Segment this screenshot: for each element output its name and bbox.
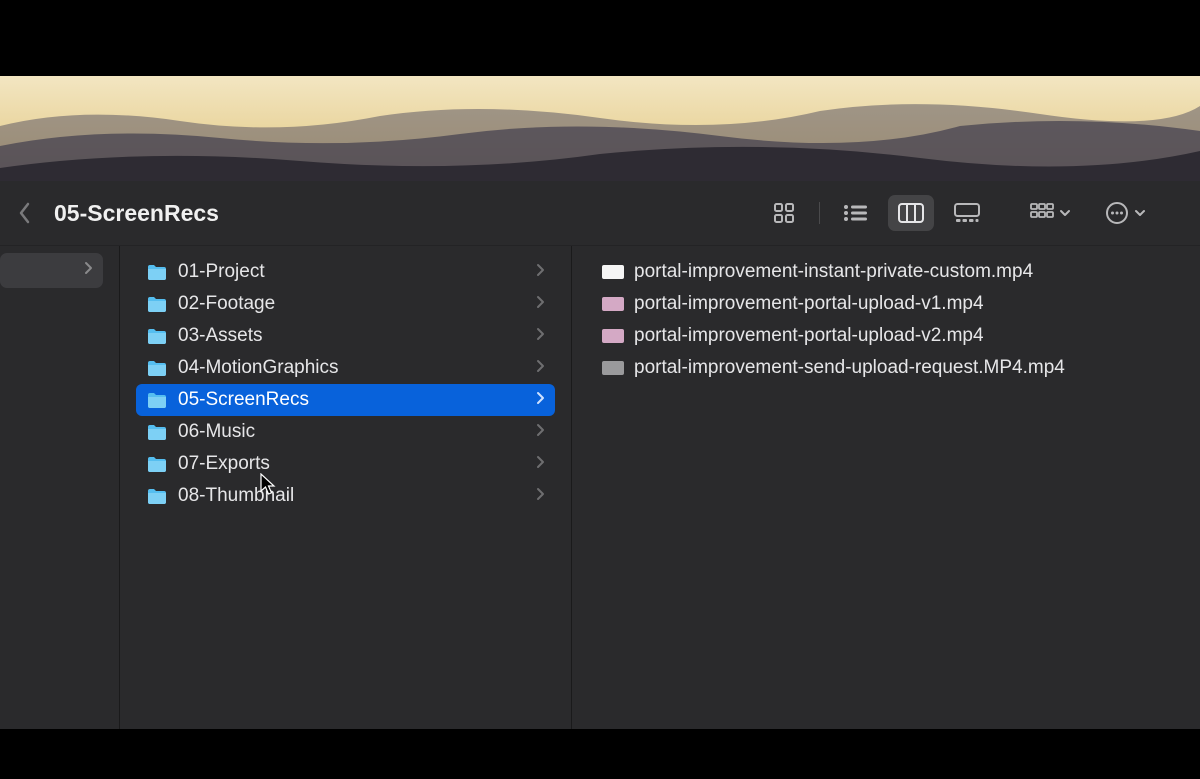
chevron-right-icon	[536, 487, 545, 506]
folder-icon	[146, 357, 168, 379]
view-mode-group	[761, 195, 990, 231]
toolbar: 05-ScreenRecs	[0, 181, 1200, 246]
file-column: 05-ScreenRecs portal-improvement-instant…	[572, 246, 1200, 729]
folder-row[interactable]: 01-Project	[136, 256, 555, 288]
folder-label: 01-Project	[178, 261, 536, 283]
grid-icon	[773, 202, 795, 224]
file-row[interactable]: portal-improvement-send-upload-request.M…	[592, 352, 1180, 384]
folder-icon	[146, 453, 168, 475]
folder-label: 04-MotionGraphics	[178, 357, 536, 379]
video-thumb-icon	[602, 361, 624, 375]
nav-back-button[interactable]	[10, 198, 40, 228]
chevron-right-icon	[536, 327, 545, 346]
file-label: portal-improvement-portal-upload-v1.mp4	[634, 293, 1170, 315]
chevron-right-icon	[536, 359, 545, 378]
chevron-right-icon	[536, 391, 545, 410]
view-gallery-button[interactable]	[944, 195, 990, 231]
chevron-right-icon	[536, 263, 545, 282]
view-columns-button[interactable]	[888, 195, 934, 231]
finder-window: 05-ScreenRecs	[0, 181, 1200, 729]
file-label: portal-improvement-send-upload-request.M…	[634, 357, 1170, 379]
folder-icon	[146, 261, 168, 283]
folder-row[interactable]: 02-Footage	[136, 288, 555, 320]
view-icons-button[interactable]	[761, 195, 807, 231]
folder-row[interactable]: 07-Exports	[136, 448, 555, 480]
content-area: 01-Project 02-Footage 03-Assets 04-MotionGr…	[0, 246, 1200, 729]
folder-row[interactable]: 04-MotionGraphics	[136, 352, 555, 384]
folder-row[interactable]: 05-ScreenRecs	[136, 384, 555, 416]
gallery-icon	[954, 203, 980, 223]
view-list-button[interactable]	[832, 195, 878, 231]
chevron-right-icon	[536, 295, 545, 314]
file-label: portal-improvement-instant-private-custo…	[634, 261, 1170, 283]
folder-row[interactable]: 06-Music	[136, 416, 555, 448]
folder-label: 03-Assets	[178, 325, 536, 347]
folder-label: 08-Thumbnail	[178, 485, 536, 507]
window-title: 05-ScreenRecs	[54, 200, 219, 227]
group-by-button[interactable]	[1030, 203, 1071, 223]
folder-label: 06-Music	[178, 421, 536, 443]
list-icon	[843, 204, 867, 222]
columns-icon	[898, 203, 924, 223]
folder-column: 01-Project 02-Footage 03-Assets 04-MotionGr…	[120, 246, 572, 729]
folder-icon	[146, 421, 168, 443]
sidebar-parent-item[interactable]	[0, 253, 103, 288]
folder-icon	[146, 293, 168, 315]
chevron-down-icon	[1059, 209, 1071, 217]
folder-label: 02-Footage	[178, 293, 536, 315]
video-thumb-icon	[602, 329, 624, 343]
desktop-wallpaper	[0, 76, 1200, 181]
action-menu-button[interactable]	[1105, 201, 1146, 225]
sidebar-column	[0, 246, 120, 729]
file-row[interactable]: portal-improvement-portal-upload-v2.mp4	[592, 320, 1180, 352]
folder-label: 07-Exports	[178, 453, 536, 475]
file-row[interactable]: portal-improvement-instant-private-custo…	[592, 256, 1180, 288]
view-divider	[819, 202, 820, 224]
folder-row[interactable]: 03-Assets	[136, 320, 555, 352]
letterbox-bottom	[0, 729, 1200, 779]
folder-icon	[146, 389, 168, 411]
grid-small-icon	[1030, 203, 1054, 223]
file-row[interactable]: portal-improvement-portal-upload-v1.mp4	[592, 288, 1180, 320]
folder-label: 05-ScreenRecs	[178, 389, 536, 411]
folder-icon	[146, 485, 168, 507]
chevron-right-icon	[536, 423, 545, 442]
video-thumb-icon	[602, 265, 624, 279]
folder-row[interactable]: 08-Thumbnail	[136, 480, 555, 512]
chevron-right-icon	[84, 261, 93, 280]
letterbox-top	[0, 0, 1200, 76]
folder-icon	[146, 325, 168, 347]
file-label: portal-improvement-portal-upload-v2.mp4	[634, 325, 1170, 347]
chevron-down-icon	[1134, 209, 1146, 217]
ellipsis-circle-icon	[1105, 201, 1129, 225]
chevron-right-icon	[536, 455, 545, 474]
video-thumb-icon	[602, 297, 624, 311]
